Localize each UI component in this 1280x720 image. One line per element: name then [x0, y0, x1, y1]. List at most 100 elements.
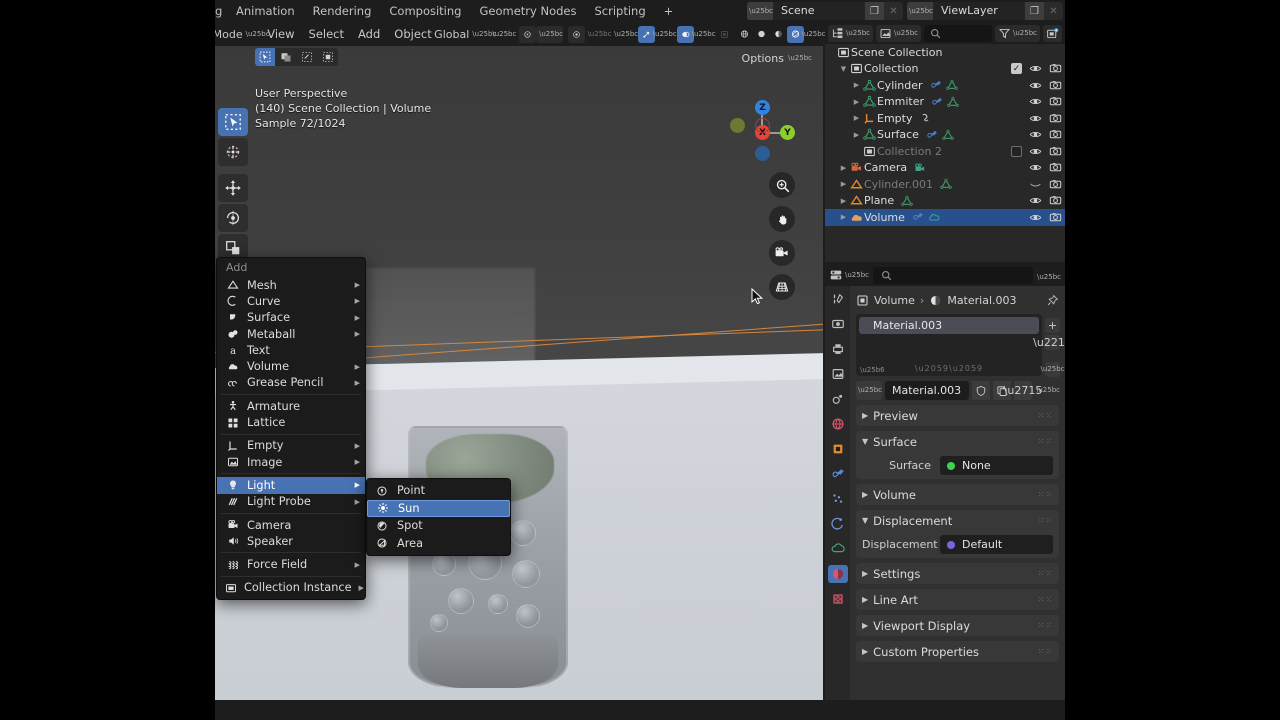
eye-open-icon[interactable] [1029, 194, 1042, 207]
viewport-options-dropdown[interactable]: Options \u25bc [736, 49, 818, 67]
camera-render-icon[interactable] [1049, 62, 1062, 75]
menu-item-camera[interactable]: Camera [217, 517, 365, 533]
panel-grip[interactable]: ⁙⁙ [1038, 595, 1053, 604]
eye-open-icon[interactable] [1029, 62, 1042, 75]
cursor-tool[interactable] [218, 138, 248, 166]
disclosure-triangle[interactable]: ▶ [838, 180, 849, 188]
menu-item-text[interactable]: a Text [217, 342, 365, 358]
outliner-row-collection-2[interactable]: Collection 2 [825, 143, 1065, 160]
outliner-row-cylinder-001[interactable]: ▶ Cylinder.001 [825, 176, 1065, 193]
overlay-options-dropdown[interactable]: \u25bc [692, 26, 716, 43]
panel-header[interactable]: ▶ Volume ⁙⁙ [856, 484, 1059, 505]
properties-options-dropdown[interactable]: \u25bc [1037, 269, 1061, 282]
material-slot-list[interactable]: Material.003 \u25b6 \u2059\u2059 [856, 314, 1042, 376]
topbar-tab-0[interactable]: g [215, 0, 227, 22]
menu-item-light[interactable]: Light ▶ [217, 477, 365, 494]
eye-open-icon[interactable] [1029, 145, 1042, 158]
menu-item-mesh[interactable]: Mesh ▶ [217, 277, 365, 293]
disclosure-triangle[interactable]: ▶ [851, 114, 862, 122]
outliner-row-plane[interactable]: ▶ Plane [825, 193, 1065, 210]
menu-item-collection-instance[interactable]: Collection Instance ▶ [217, 580, 365, 596]
outliner-row-label[interactable]: Empty [877, 112, 912, 125]
material-data-selector[interactable]: \u25bc [1035, 381, 1060, 400]
menu-item-metaball[interactable]: Metaball ▶ [217, 326, 365, 342]
mesh-data-icon[interactable] [945, 79, 958, 91]
outliner-row-label[interactable]: Collection [864, 62, 918, 75]
modifier-icon[interactable] [926, 129, 938, 141]
outliner-row-label[interactable]: Surface [877, 128, 919, 141]
scene-close-button[interactable]: ✕ [884, 2, 903, 20]
add-slot-button[interactable]: + [1045, 318, 1060, 333]
panel-header[interactable]: ▶ Settings ⁙⁙ [856, 563, 1059, 584]
camera-render-icon[interactable] [1049, 194, 1062, 207]
eye-open-icon[interactable] [1029, 95, 1042, 108]
mesh-data-icon[interactable] [942, 129, 954, 141]
outliner-row-collection[interactable]: ▼ Collection ✓ [825, 61, 1065, 78]
menu-item-volume[interactable]: Volume ▶ [217, 358, 365, 374]
volume-data-icon[interactable] [928, 211, 940, 223]
collection-exclude-checkbox[interactable]: ✓ [1011, 63, 1022, 75]
menu-item-light-probe[interactable]: Light Probe ▶ [217, 494, 365, 510]
gizmo-options-dropdown[interactable]: \u25bc [653, 26, 677, 43]
rotate-tool[interactable] [218, 204, 248, 232]
xray-toggle[interactable] [716, 26, 733, 43]
properties-tab-object-data[interactable] [828, 540, 848, 558]
select-mode-tweak[interactable] [255, 48, 275, 66]
snap-increments-toggle[interactable]: \u25bc [536, 25, 563, 43]
select-mode-box[interactable] [276, 48, 296, 66]
panel-header[interactable]: ▶ Viewport Display ⁙⁙ [856, 615, 1059, 636]
menu-item-speaker[interactable]: Speaker [217, 533, 365, 549]
menu-item-empty[interactable]: Empty ▶ [217, 438, 365, 454]
camera-render-icon[interactable] [1049, 112, 1062, 125]
panel-grip[interactable]: ⁙⁙ [1038, 516, 1053, 525]
topbar-tab-animation[interactable]: Animation [227, 0, 304, 22]
viewlayer-copy-button[interactable]: ❐ [1025, 2, 1044, 20]
shading-wireframe-button[interactable] [736, 26, 753, 43]
pan-icon[interactable] [769, 206, 795, 232]
mesh-data-icon[interactable] [940, 178, 952, 190]
remove-slot-button[interactable]: \u2212 [1033, 335, 1065, 350]
modifier-icon[interactable] [931, 96, 943, 108]
shading-material-preview-button[interactable] [770, 26, 787, 43]
slot-expand-icon[interactable]: \u25b6 [860, 366, 885, 374]
properties-tab-material[interactable] [827, 565, 848, 583]
camera-render-icon[interactable] [1049, 211, 1062, 224]
viewlayer-name[interactable]: ViewLayer [933, 2, 1025, 20]
interaction-mode-selector[interactable]: Mode \u25bc [215, 26, 270, 43]
disclosure-triangle[interactable]: ▼ [838, 65, 849, 73]
property-value-field[interactable]: None [940, 456, 1053, 475]
outliner-row-label[interactable]: Camera [864, 161, 907, 174]
panel-grip[interactable]: ⁙⁙ [1038, 411, 1053, 420]
material-slot-row[interactable]: Material.003 [859, 317, 1039, 334]
outliner-editor[interactable]: \u25bc \u25bc \u25bc Scene Collection ▼ Co… [825, 22, 1065, 262]
outliner-filter-id-selector[interactable]: \u25bc [876, 24, 921, 42]
disclosure-triangle[interactable]: ▶ [851, 98, 862, 106]
properties-tab-column[interactable] [825, 286, 850, 700]
menu-item-curve[interactable]: Curve ▶ [217, 293, 365, 309]
gizmo-axis-neg-z[interactable] [755, 146, 770, 161]
outliner-row-label[interactable]: Cylinder.001 [864, 178, 933, 191]
select-mode-circle[interactable] [297, 48, 317, 66]
new-collection-button[interactable] [1043, 24, 1062, 42]
eye-open-icon[interactable] [1029, 211, 1042, 224]
breadcrumb-object[interactable]: Volume [874, 294, 915, 307]
collection-exclude-checkbox[interactable] [1011, 145, 1022, 157]
outliner-row-label[interactable]: Volume [864, 211, 905, 224]
outliner-row-label[interactable]: Emmiter [877, 95, 924, 108]
camera-view-icon[interactable] [769, 240, 795, 266]
properties-tab-world[interactable] [828, 415, 848, 433]
transform-orientation-selector[interactable]: Global \u25bc [434, 26, 496, 43]
outliner-row-surface[interactable]: ▶ Surface [825, 127, 1065, 144]
menu-item-image[interactable]: Image ▶ [217, 454, 365, 470]
eye-closed-icon[interactable] [1029, 178, 1042, 191]
panel-grip[interactable]: ⁙⁙ [1038, 647, 1053, 656]
camera-render-icon[interactable] [1049, 161, 1062, 174]
outliner-display-mode-selector[interactable]: \u25bc [828, 24, 873, 42]
camera-render-icon[interactable] [1049, 79, 1062, 92]
gizmo-axis-y[interactable]: Y [780, 125, 795, 140]
properties-editor[interactable]: \u25bc \u25bc Volume › Material.003 Mate… [825, 264, 1065, 700]
proportional-edit-toggle[interactable] [519, 25, 537, 43]
disclosure-triangle[interactable]: ▶ [851, 81, 862, 89]
panel-header[interactable]: ▶ Custom Properties ⁙⁙ [856, 641, 1059, 662]
snap-magnet-toggle[interactable]: \u25bc [490, 26, 516, 43]
